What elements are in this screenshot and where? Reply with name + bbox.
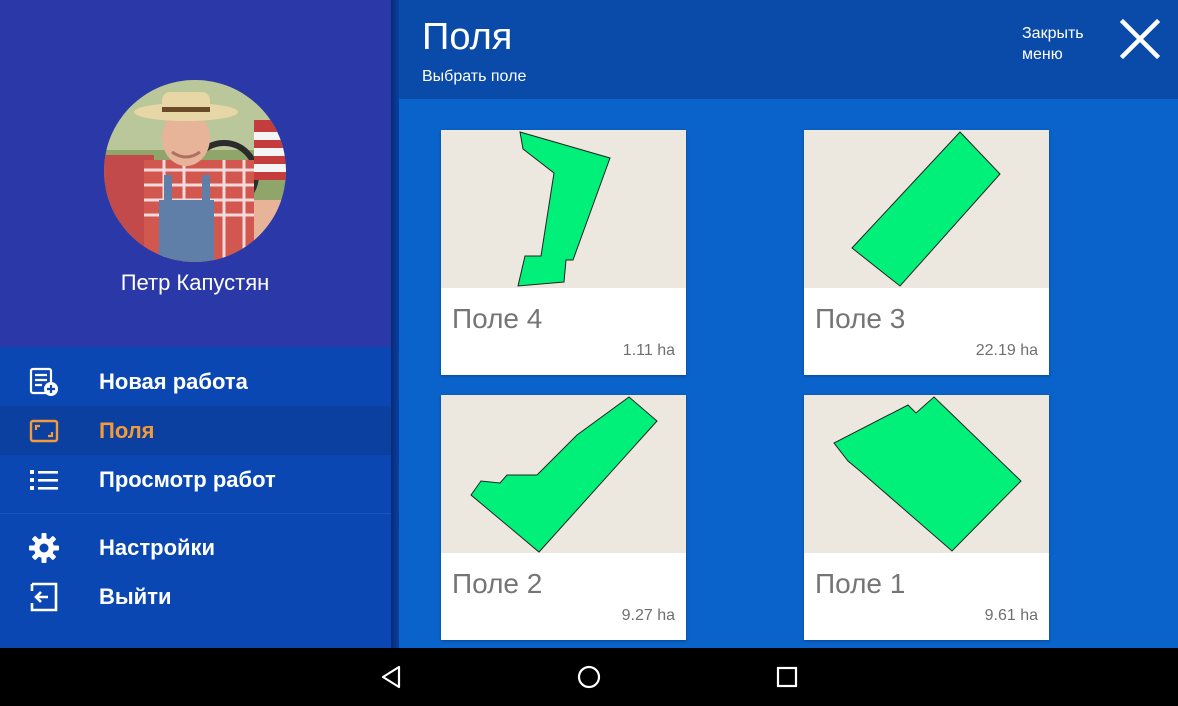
profile-section: Петр Капустян [0,0,393,347]
field-card[interactable]: Поле 3 22.19 ha [804,130,1049,375]
menu-item-new-job[interactable]: Новая работа [0,357,393,406]
field-name: Поле 3 [815,303,906,334]
main-panel: Поля Выбрать поле Закрыть меню Поле 4 1.… [399,0,1178,648]
field-map [441,395,686,553]
pane-shadow [391,0,399,648]
logout-icon [28,581,60,613]
page-title: Поля [422,16,513,58]
avatar[interactable] [104,80,286,262]
menu-item-label: Настройки [99,534,216,560]
header: Поля Выбрать поле Закрыть меню [399,0,1178,99]
field-name: Поле 4 [452,303,543,334]
field-area: 1.11 ha [622,342,675,359]
new-job-icon [28,366,60,398]
field-area: 9.27 ha [621,607,675,624]
field-card[interactable]: Поле 2 9.27 ha [441,395,686,640]
field-name: Поле 1 [815,568,906,599]
field-map [804,130,1049,288]
menu-item-settings[interactable]: Настройки [0,523,393,572]
field-card[interactable]: Поле 4 1.11 ha [441,130,686,375]
gear-icon [28,532,60,564]
back-icon[interactable] [378,664,404,690]
menu-item-label: Новая работа [99,368,248,394]
menu-item-label: Поля [99,417,155,443]
menu-item-view-jobs[interactable]: Просмотр работ [0,455,393,504]
menu-item-fields[interactable]: Поля [0,406,393,455]
list-icon [28,464,60,496]
menu-item-logout[interactable]: Выйти [0,572,393,621]
field-name: Поле 2 [452,568,543,599]
page-subtitle: Выбрать поле [422,68,527,85]
system-navbar [0,648,1178,706]
home-icon[interactable] [576,664,602,690]
field-area: 9.61 ha [984,607,1038,624]
recents-icon[interactable] [774,664,800,690]
fields-icon [28,415,60,447]
close-icon[interactable] [1119,18,1161,60]
field-area: 22.19 ha [975,342,1038,359]
menu-divider [0,513,393,514]
field-card[interactable]: Поле 1 9.61 ha [804,395,1049,640]
field-map [441,130,686,288]
field-map [804,395,1049,553]
menu-item-label: Просмотр работ [99,466,276,492]
close-menu-label[interactable]: Закрыть меню [1022,23,1102,65]
navigation-drawer: Петр Капустян Новая работа Поля Просмотр… [0,0,393,648]
menu-item-label: Выйти [99,583,172,609]
user-name: Петр Капустян [120,270,270,295]
